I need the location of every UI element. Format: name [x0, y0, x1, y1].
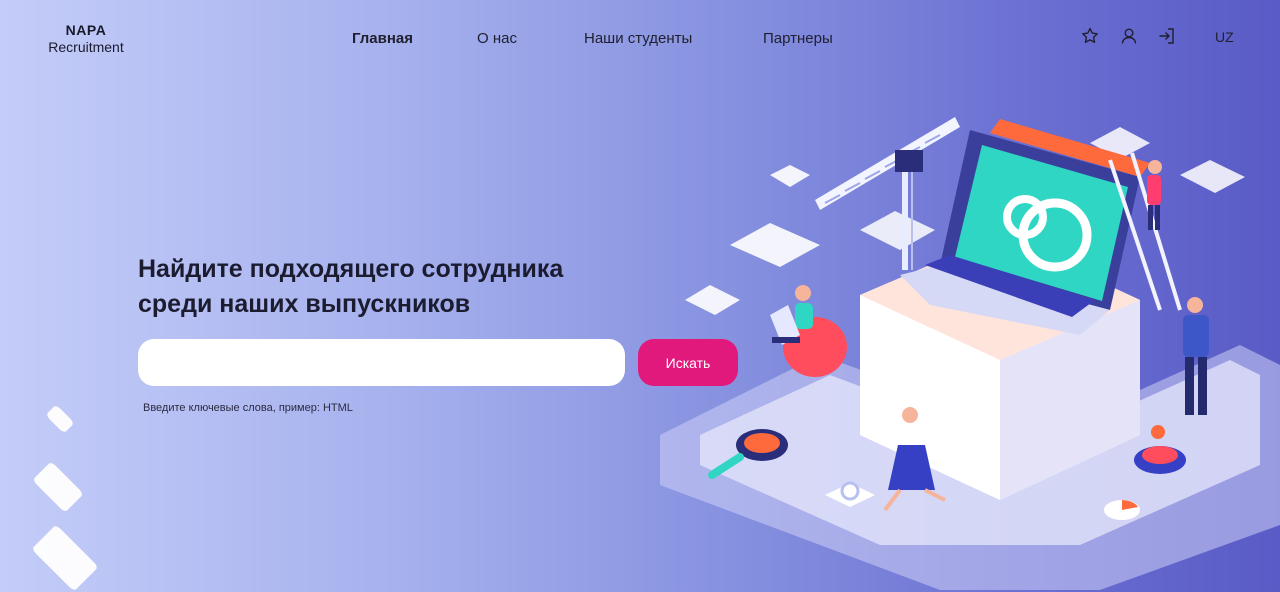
nav-item-home[interactable]: Главная	[352, 30, 413, 47]
nav-item-about[interactable]: О нас	[477, 30, 517, 47]
hero-illustration	[660, 117, 1280, 590]
user-icon[interactable]	[1119, 26, 1139, 46]
login-icon[interactable]	[1157, 26, 1177, 46]
hero-title-line2: среди наших выпускников	[138, 290, 471, 318]
star-icon[interactable]	[1080, 26, 1100, 46]
decor-tile	[31, 524, 99, 592]
search-hint: Введите ключевые слова, пример: HTML	[143, 402, 353, 414]
person-sitting-with-laptop	[770, 285, 847, 377]
search-input[interactable]	[138, 339, 625, 386]
crane-graphic	[815, 117, 960, 270]
nav-item-students[interactable]: Наши студенты	[584, 30, 692, 47]
hero-title-line1: Найдите подходящего сотрудника	[138, 255, 564, 283]
decor-tile	[45, 404, 75, 434]
hero-title: Найдите подходящего сотрудника среди наш…	[138, 252, 658, 322]
nav-item-partners[interactable]: Партнеры	[763, 30, 833, 47]
decor-tile	[32, 461, 84, 513]
language-switch[interactable]: UZ	[1215, 29, 1234, 45]
person-on-ladder	[1147, 160, 1162, 230]
